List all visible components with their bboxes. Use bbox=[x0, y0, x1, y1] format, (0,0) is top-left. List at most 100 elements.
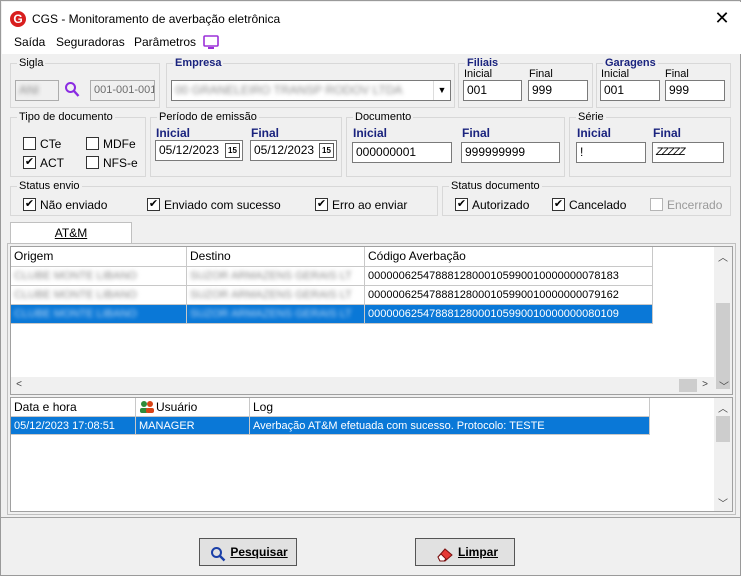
column-header-data-hora[interactable]: Data e hora bbox=[11, 398, 136, 417]
calendar-icon[interactable]: 15 bbox=[225, 143, 240, 158]
table-cell[interactable]: SUZOR ARMAZENS GERAIS LT bbox=[187, 286, 365, 305]
scrollbar-thumb[interactable] bbox=[716, 416, 730, 442]
periodo-inicial-label: Inicial bbox=[156, 126, 191, 140]
scrollbar-thumb[interactable] bbox=[716, 303, 730, 389]
serie-inicial-field[interactable]: ! bbox=[576, 142, 646, 163]
nfse-checkbox[interactable]: NFS-e bbox=[86, 156, 138, 170]
table-cell[interactable]: Averbação AT&M efetuada com sucesso. Pro… bbox=[250, 417, 650, 435]
nfse-label: NFS-e bbox=[103, 156, 138, 170]
chevron-up-icon[interactable]: ︿ bbox=[715, 400, 731, 415]
limpar-button[interactable]: Limpar bbox=[415, 538, 515, 566]
mdfe-label: MDFe bbox=[103, 137, 136, 151]
autorizado-label: Autorizado bbox=[472, 198, 530, 212]
cte-checkbox[interactable]: CTe bbox=[23, 137, 61, 151]
limpar-label: Limpar bbox=[457, 545, 498, 559]
close-icon[interactable]: ✕ bbox=[708, 6, 736, 30]
filiais-final-label: Final bbox=[529, 68, 553, 80]
periodo-final-field[interactable]: 05/12/2023 15 bbox=[250, 140, 337, 161]
chevron-down-icon[interactable]: ﹀ bbox=[715, 495, 731, 510]
filiais-inicial-field[interactable]: 001 bbox=[463, 80, 522, 101]
autorizado-checkbox[interactable]: ✔ Autorizado bbox=[455, 198, 529, 212]
menu-saida[interactable]: Saída bbox=[14, 35, 45, 49]
table-row-selected[interactable]: CLUBE MONTE LIBANO bbox=[11, 305, 187, 324]
documento-inicial-field[interactable]: 000000001 bbox=[352, 142, 452, 163]
garagens-inicial-field[interactable]: 001 bbox=[600, 80, 660, 101]
menu-parametros[interactable]: Parâmetros bbox=[134, 35, 196, 49]
table-cell[interactable]: 0000006254788812800010599001000000007916… bbox=[365, 286, 653, 305]
periodo-inicial-field[interactable]: 05/12/2023 15 bbox=[155, 140, 243, 161]
sigla-code-field: ANI bbox=[15, 80, 59, 101]
cancelado-label: Cancelado bbox=[569, 198, 627, 212]
mdfe-checkbox[interactable]: MDFe bbox=[86, 137, 136, 151]
status-envio-legend: Status envio bbox=[17, 179, 82, 193]
garagens-final-label: Final bbox=[665, 68, 689, 80]
chevron-up-icon[interactable]: ︿ bbox=[715, 249, 731, 264]
column-header-destino[interactable]: Destino bbox=[187, 247, 365, 267]
column-header-origem[interactable]: Origem bbox=[11, 247, 187, 267]
table-row[interactable]: CLUBE MONTE LIBANO bbox=[11, 286, 187, 305]
calendar-icon[interactable]: 15 bbox=[319, 143, 334, 158]
main-window: G CGS - Monitoramento de averbação eletr… bbox=[0, 0, 741, 576]
serie-final-field[interactable]: ZZZZZ bbox=[652, 142, 724, 163]
check-icon: ✔ bbox=[23, 198, 36, 212]
table-cell[interactable]: SUZOR ARMAZENS GERAIS LT bbox=[187, 305, 365, 324]
encerrado-checkbox: Encerrado bbox=[650, 198, 722, 212]
table-cell[interactable]: 0000006254788812800010599001000000007818… bbox=[365, 267, 653, 286]
app-logo-icon: G bbox=[10, 11, 26, 27]
log-grid[interactable]: Data e hora Usuário Log 05/12/2023 17:08… bbox=[10, 397, 733, 512]
eraser-icon bbox=[436, 545, 454, 571]
column-header-log[interactable]: Log bbox=[250, 398, 650, 417]
encerrado-label: Encerrado bbox=[667, 198, 723, 212]
table-row-selected[interactable]: 05/12/2023 17:08:51 bbox=[11, 417, 136, 435]
enviado-checkbox[interactable]: ✔ Enviado com sucesso bbox=[147, 198, 281, 212]
serie-legend: Série bbox=[576, 110, 606, 124]
table-row[interactable]: CLUBE MONTE LIBANO bbox=[11, 267, 187, 286]
horizontal-scrollbar[interactable]: < > bbox=[11, 377, 714, 394]
filiais-final-field[interactable]: 999 bbox=[528, 80, 588, 101]
averbacao-grid[interactable]: Origem Destino Código Averbação CLUBE MO… bbox=[10, 246, 733, 395]
documento-inicial-label: Inicial bbox=[353, 126, 388, 140]
vertical-scrollbar[interactable]: ︿ ﹀ bbox=[714, 398, 732, 511]
sigla-legend: Sigla bbox=[17, 56, 46, 70]
search-icon[interactable] bbox=[64, 81, 80, 101]
documento-final-field[interactable]: 999999999 bbox=[461, 142, 560, 163]
documento-legend: Documento bbox=[353, 110, 414, 124]
vertical-scrollbar[interactable]: ︿ bbox=[714, 247, 732, 394]
empresa-select[interactable]: 00 GRANELEIRO TRANSP RODOV LTDA ▼ bbox=[171, 80, 451, 101]
serie-inicial-label: Inicial bbox=[577, 126, 612, 140]
check-icon: ✔ bbox=[147, 198, 160, 212]
check-icon: ✔ bbox=[552, 198, 565, 212]
table-cell[interactable]: MANAGER bbox=[136, 417, 250, 435]
search-icon bbox=[210, 545, 226, 571]
scrollbar-thumb[interactable] bbox=[679, 379, 697, 392]
erro-label: Erro ao enviar bbox=[332, 198, 408, 212]
tab-atm[interactable]: AT&M bbox=[10, 222, 132, 244]
menu-seguradoras[interactable]: Seguradoras bbox=[56, 35, 125, 49]
chevron-left-icon[interactable]: < bbox=[11, 379, 27, 390]
serie-final-label: Final bbox=[653, 126, 682, 140]
pesquisar-label: Pesquisar bbox=[230, 545, 288, 559]
table-cell[interactable]: 0000006254788812800010599001000000008010… bbox=[365, 305, 653, 324]
act-checkbox[interactable]: ✔ ACT bbox=[23, 156, 64, 170]
erro-checkbox[interactable]: ✔ Erro ao enviar bbox=[315, 198, 407, 212]
status-documento-legend: Status documento bbox=[449, 179, 542, 193]
garagens-final-field[interactable]: 999 bbox=[665, 80, 725, 101]
act-label: ACT bbox=[40, 156, 64, 170]
cancelado-checkbox[interactable]: ✔ Cancelado bbox=[552, 198, 626, 212]
table-cell[interactable]: SUZOR ARMAZENS GERAIS LT bbox=[187, 267, 365, 286]
divider bbox=[1, 517, 740, 518]
column-header-usuario[interactable]: Usuário bbox=[136, 398, 250, 417]
nao-enviado-checkbox[interactable]: ✔ Não enviado bbox=[23, 198, 107, 212]
cte-label: CTe bbox=[40, 137, 62, 151]
window-title: CGS - Monitoramento de averbação eletrôn… bbox=[32, 12, 281, 26]
chevron-down-icon[interactable]: ▼ bbox=[433, 81, 450, 100]
check-icon: ✔ bbox=[455, 198, 468, 212]
nao-enviado-label: Não enviado bbox=[40, 198, 108, 212]
title-bar: G CGS - Monitoramento de averbação eletr… bbox=[2, 2, 741, 32]
check-icon: ✔ bbox=[23, 156, 36, 170]
chevron-down-icon[interactable]: ﹀ bbox=[716, 378, 732, 393]
pesquisar-button[interactable]: Pesquisar bbox=[199, 538, 297, 566]
column-header-codigo[interactable]: Código Averbação bbox=[365, 247, 653, 267]
monitor-icon[interactable] bbox=[203, 35, 219, 53]
chevron-right-icon[interactable]: > bbox=[697, 379, 713, 390]
